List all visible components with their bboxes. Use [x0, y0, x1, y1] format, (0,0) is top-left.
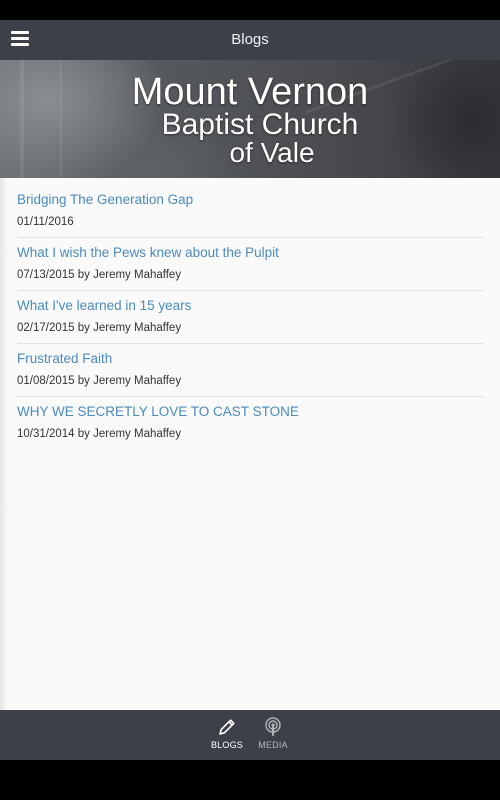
blog-list: Bridging The Generation Gap 01/11/2016 W…	[0, 185, 500, 449]
banner-line-3: of Vale	[229, 137, 315, 168]
list-item[interactable]: What I wish the Pews knew about the Pulp…	[17, 238, 484, 291]
post-meta: 07/13/2015 by Jeremy Mahaffey	[17, 269, 182, 281]
blog-list-area: Bridging The Generation Gap 01/11/2016 W…	[0, 178, 500, 710]
post-meta: 10/31/2014 by Jeremy Mahaffey	[17, 428, 182, 440]
status-bar	[0, 0, 500, 20]
list-item[interactable]: WHY WE SECRETLY LOVE TO CAST STONE 10/31…	[17, 397, 484, 449]
tab-blogs-label: BLOGS	[210, 740, 243, 750]
list-item[interactable]: What I've learned in 15 years 02/17/2015…	[17, 291, 484, 344]
post-title-link[interactable]: WHY WE SECRETLY LOVE TO CAST STONE	[17, 404, 299, 419]
banner-line-1: Mount Vernon	[131, 71, 369, 113]
tab-blogs[interactable]: BLOGS	[202, 710, 252, 760]
tab-media[interactable]: MEDIA	[248, 710, 298, 760]
system-nav-bar	[0, 760, 500, 800]
post-meta: 02/17/2015 by Jeremy Mahaffey	[17, 322, 182, 334]
page-title: Blogs	[231, 31, 269, 48]
pencil-icon	[219, 719, 235, 735]
post-title-link[interactable]: What I wish the Pews knew about the Pulp…	[17, 245, 279, 260]
list-item[interactable]: Bridging The Generation Gap 01/11/2016	[17, 185, 484, 238]
church-banner: Mount Vernon Baptist Church of Vale	[0, 60, 500, 178]
post-meta: 01/08/2015 by Jeremy Mahaffey	[17, 375, 182, 387]
bottom-tab-bar: BLOGS MEDIA	[0, 710, 500, 760]
post-meta: 01/11/2016	[17, 216, 74, 228]
list-item[interactable]: Frustrated Faith 01/08/2015 by Jeremy Ma…	[17, 344, 484, 397]
tab-media-label: MEDIA	[258, 740, 288, 750]
post-title-link[interactable]: Bridging The Generation Gap	[17, 192, 193, 207]
post-title-link[interactable]: Frustrated Faith	[17, 351, 112, 366]
post-title-link[interactable]: What I've learned in 15 years	[17, 298, 191, 313]
podcast-icon	[265, 717, 281, 736]
app-bar: Blogs	[0, 20, 500, 60]
